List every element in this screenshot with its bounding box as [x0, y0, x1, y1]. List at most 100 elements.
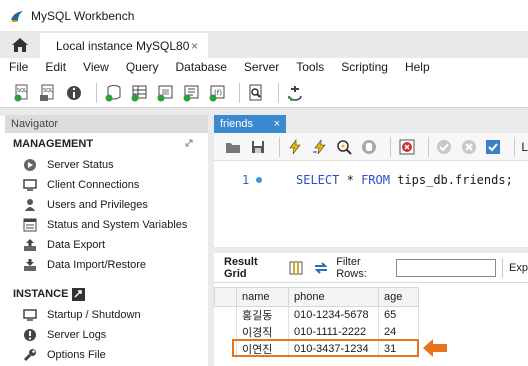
menu-scripting[interactable]: Scripting [341, 60, 388, 74]
nav-item-users-privileges[interactable]: Users and Privileges [5, 195, 208, 215]
menu-edit[interactable]: Edit [45, 60, 66, 74]
nav-item-options-file[interactable]: Options File [5, 345, 208, 365]
nav-item-server-logs[interactable]: Server Logs [5, 325, 208, 345]
expand-icon[interactable] [184, 138, 194, 148]
monitor-icon [23, 178, 37, 192]
close-query-tab-icon[interactable]: × [274, 118, 280, 130]
row-selector[interactable] [214, 323, 237, 341]
close-tab-icon[interactable]: × [191, 39, 198, 53]
open-sql-script-button[interactable]: SQL [38, 83, 58, 103]
sql-keyword-select: SELECT [296, 173, 340, 187]
user-icon [23, 198, 37, 212]
cell-name[interactable]: 이경직 [236, 323, 289, 341]
grid-view-button[interactable] [287, 258, 306, 278]
menu-help[interactable]: Help [405, 60, 430, 74]
nav-item-server-status[interactable]: Server Status [5, 155, 208, 175]
toolbar-separator [514, 136, 516, 157]
sql-table-name: tips_db.friends; [397, 173, 513, 187]
svg-text:SQL: SQL [43, 88, 53, 94]
rollback-button[interactable] [459, 137, 478, 157]
refresh-button[interactable] [312, 258, 331, 278]
inspector-button[interactable] [64, 83, 84, 103]
limit-label[interactable]: L [521, 140, 528, 154]
table-row[interactable]: 홍길동 010-1234-5678 65 [214, 306, 419, 324]
wrench-icon [23, 348, 37, 362]
function-add-icon: (f) [209, 85, 225, 101]
execute-button[interactable] [286, 137, 305, 157]
save-button[interactable] [249, 137, 268, 157]
monitor-icon [23, 308, 37, 322]
query-editor-panel: friends × L 1 SELECT * FROM tips_db.frie… [214, 115, 528, 366]
menu-server[interactable]: Server [244, 60, 279, 74]
autocommit-button[interactable] [484, 137, 503, 157]
query-toolbar: L [214, 133, 528, 161]
create-table-button[interactable] [129, 83, 149, 103]
left-arrow-annotation-icon [423, 339, 447, 357]
menu-database[interactable]: Database [176, 60, 227, 74]
create-schema-button[interactable] [103, 83, 123, 103]
play-circle-icon [23, 158, 37, 172]
search-table-data-button[interactable] [246, 83, 266, 103]
sql-statement: SELECT * FROM tips_db.friends; [296, 173, 513, 187]
menu-bar: File Edit View Query Database Server Too… [0, 58, 528, 76]
home-tab[interactable] [0, 31, 40, 58]
nav-item-data-export[interactable]: Data Export [5, 235, 208, 255]
cell-name[interactable]: 홍길동 [236, 306, 289, 324]
instance-section-title: INSTANCE [5, 283, 208, 305]
reconnect-button[interactable] [285, 83, 305, 103]
nav-item-startup-shutdown[interactable]: Startup / Shutdown [5, 305, 208, 325]
column-header-name[interactable]: name [236, 287, 289, 307]
connection-tab-label: Local instance MySQL80 [56, 38, 190, 53]
cell-age[interactable]: 24 [378, 323, 419, 341]
menu-query[interactable]: Query [126, 60, 159, 74]
new-sql-tab-button[interactable]: SQL [12, 83, 32, 103]
nav-item-status-variables[interactable]: Status and System Variables [5, 215, 208, 235]
row-selector[interactable] [214, 306, 237, 324]
error-toggle-icon [399, 139, 414, 154]
stop-button[interactable] [360, 137, 379, 157]
create-procedure-button[interactable] [181, 83, 201, 103]
home-icon [12, 37, 28, 52]
nav-item-label: Startup / Shutdown [47, 309, 141, 321]
nav-item-client-connections[interactable]: Client Connections [5, 175, 208, 195]
export-label[interactable]: Exp [509, 262, 528, 274]
reconnect-icon [288, 85, 302, 101]
menu-tools[interactable]: Tools [296, 60, 324, 74]
connection-tab[interactable]: Local instance MySQL80 × [40, 33, 208, 58]
commit-button[interactable] [435, 137, 454, 157]
execute-current-button[interactable] [311, 137, 330, 157]
toolbar-separator [96, 82, 97, 103]
row-highlight-box [232, 339, 419, 357]
open-file-button[interactable] [224, 137, 243, 157]
column-header-phone[interactable]: phone [288, 287, 379, 307]
column-header-age[interactable]: age [378, 287, 419, 307]
import-icon [23, 258, 37, 272]
sql-code-area[interactable]: 1 SELECT * FROM tips_db.friends; [214, 161, 528, 247]
export-icon [23, 238, 37, 252]
create-function-button[interactable]: (f) [207, 83, 227, 103]
query-tab-friends[interactable]: friends × [214, 115, 286, 133]
stop-on-error-button[interactable] [397, 137, 416, 157]
folder-icon [226, 142, 241, 153]
lightning-icon [289, 138, 301, 154]
procedure-add-icon [183, 85, 199, 101]
nav-item-data-import[interactable]: Data Import/Restore [5, 255, 208, 275]
result-grid-label[interactable]: Result Grid [224, 256, 279, 280]
explain-button[interactable] [335, 137, 354, 157]
cancel-circle-icon [461, 139, 476, 154]
create-view-button[interactable] [155, 83, 175, 103]
nav-item-label: Options File [47, 349, 106, 361]
table-row[interactable]: 이경직 010-1111-2222 24 [214, 323, 419, 341]
cell-phone[interactable]: 010-1234-5678 [288, 306, 379, 324]
instance-status-icon [72, 287, 86, 301]
cell-age[interactable]: 65 [378, 306, 419, 324]
cell-phone[interactable]: 010-1111-2222 [288, 323, 379, 341]
menu-file[interactable]: File [9, 60, 28, 74]
nav-item-label: Server Logs [47, 329, 107, 341]
line-number: 1 [242, 173, 250, 187]
menu-view[interactable]: View [83, 60, 109, 74]
row-selector-header[interactable] [214, 287, 237, 307]
filter-rows-input[interactable] [396, 258, 497, 277]
sql-file-add-icon: SQL [14, 84, 28, 101]
results-toolbar: Result Grid Filter Rows: Exp [214, 253, 528, 283]
